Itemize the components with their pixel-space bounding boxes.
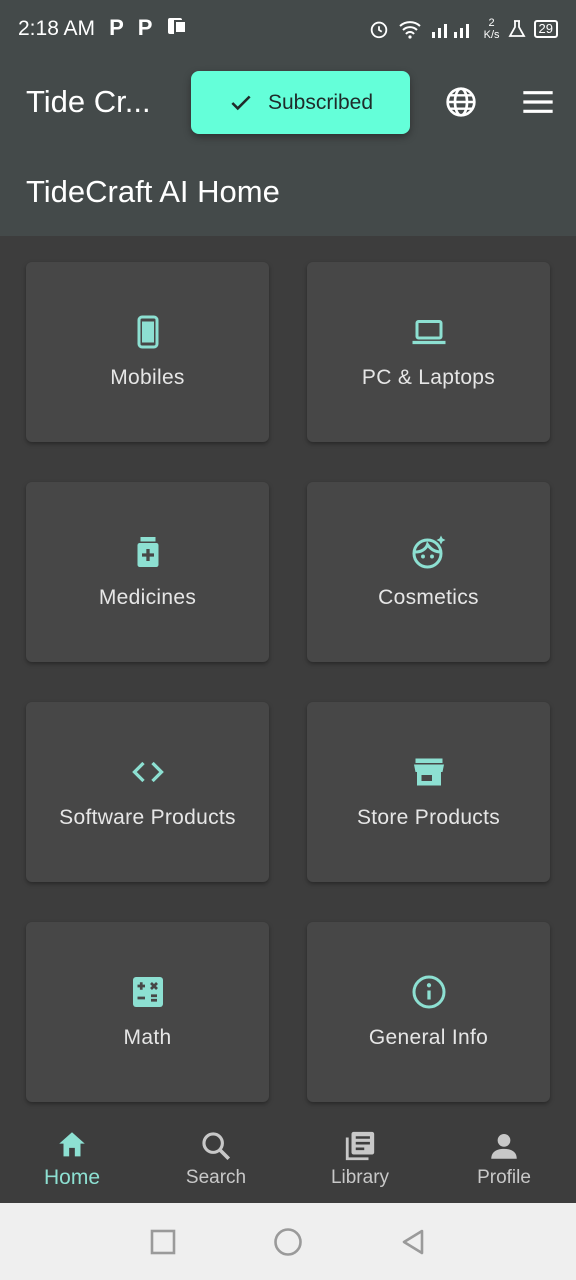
flask-icon xyxy=(508,20,526,37)
category-label: General Info xyxy=(368,1026,489,1049)
nav-label: Library xyxy=(330,1166,390,1188)
category-card-mobiles[interactable]: Mobiles xyxy=(26,262,269,442)
home-icon xyxy=(59,1131,85,1156)
status-notification-icons: P P xyxy=(109,15,188,43)
laptop-icon xyxy=(412,320,445,345)
category-card-general-info[interactable]: General Info xyxy=(307,922,550,1102)
library-icon xyxy=(345,1131,375,1160)
category-label: Cosmetics xyxy=(378,586,479,609)
storefront-icon xyxy=(413,758,444,786)
alarm-icon xyxy=(370,21,387,39)
category-label: Software Products xyxy=(59,806,236,829)
status-bar: 2:18 AM P P 2 K/s 29 xyxy=(0,0,576,58)
medication-icon xyxy=(137,537,158,567)
smartphone-icon xyxy=(137,315,158,349)
status-right: 2 K/s 29 xyxy=(368,17,558,41)
battery-level: 29 xyxy=(533,20,558,38)
notification-p-icon: P xyxy=(109,15,124,40)
category-card-medicines[interactable]: Medicines xyxy=(26,482,269,662)
publisher-icon xyxy=(166,15,188,43)
person-icon xyxy=(491,1133,517,1159)
category-label: Medicines xyxy=(98,586,197,609)
category-card-math[interactable]: Math xyxy=(26,922,269,1102)
category-grid: Mobiles PC & Laptops Medicines Cosmetics… xyxy=(0,236,576,1114)
bottom-nav: Home Search Library Profile xyxy=(0,1114,576,1203)
check-icon xyxy=(231,95,251,110)
recents-icon[interactable] xyxy=(147,1226,179,1258)
code-icon xyxy=(131,761,164,783)
category-card-software-products[interactable]: Software Products xyxy=(26,702,269,882)
wifi-icon xyxy=(398,21,421,39)
subscribed-button[interactable]: Subscribed xyxy=(191,71,410,134)
nav-label: Profile xyxy=(477,1166,531,1188)
app-bar: Tide Cr... Subscribed TideCraft AI Home xyxy=(0,58,576,236)
nav-search[interactable]: Search xyxy=(144,1114,288,1203)
system-nav-bar xyxy=(0,1203,576,1280)
nav-label: Search xyxy=(185,1166,247,1188)
nav-profile[interactable]: Profile xyxy=(432,1114,576,1203)
notification-p-icon: P xyxy=(137,15,153,40)
info-icon xyxy=(412,975,445,1009)
category-label: Store Products xyxy=(356,806,501,829)
globe-icon[interactable] xyxy=(445,86,477,118)
nav-home[interactable]: Home xyxy=(0,1114,144,1203)
category-label: PC & Laptops xyxy=(361,366,496,389)
category-card-store-products[interactable]: Store Products xyxy=(307,702,550,882)
search-icon xyxy=(202,1131,231,1160)
category-card-pc-laptops[interactable]: PC & Laptops xyxy=(307,262,550,442)
signal-icon xyxy=(431,24,469,38)
home-circle-icon[interactable] xyxy=(272,1226,304,1258)
category-label: Mobiles xyxy=(110,366,185,389)
menu-icon[interactable] xyxy=(522,88,554,116)
page-title: TideCraft AI Home xyxy=(26,174,280,209)
status-time: 2:18 AM xyxy=(18,17,96,40)
back-icon[interactable] xyxy=(397,1226,429,1258)
app-title: Tide Cr... xyxy=(26,84,151,119)
nav-library[interactable]: Library xyxy=(288,1114,432,1203)
nav-label: Home xyxy=(43,1165,101,1189)
face-sparkle-icon xyxy=(412,535,445,569)
category-label: Math xyxy=(123,1026,172,1049)
category-card-cosmetics[interactable]: Cosmetics xyxy=(307,482,550,662)
calculator-icon xyxy=(132,977,163,1007)
net-speed: 2 K/s xyxy=(483,17,500,41)
subscribed-label: Subscribed xyxy=(267,90,374,114)
